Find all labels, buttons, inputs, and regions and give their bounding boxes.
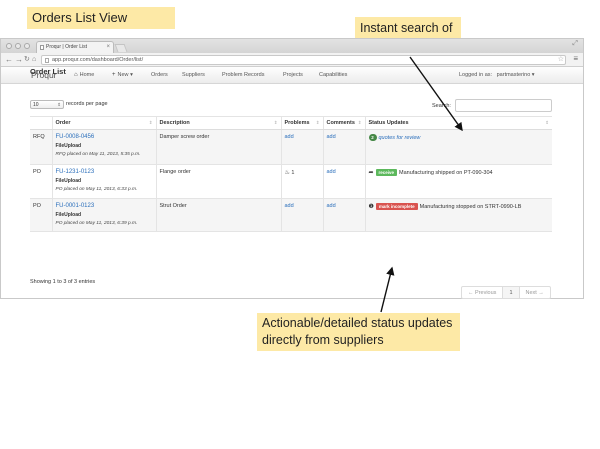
- annotation-arrows: [380, 56, 463, 313]
- status-arrow: [380, 266, 395, 313]
- search-arrow: [409, 56, 463, 132]
